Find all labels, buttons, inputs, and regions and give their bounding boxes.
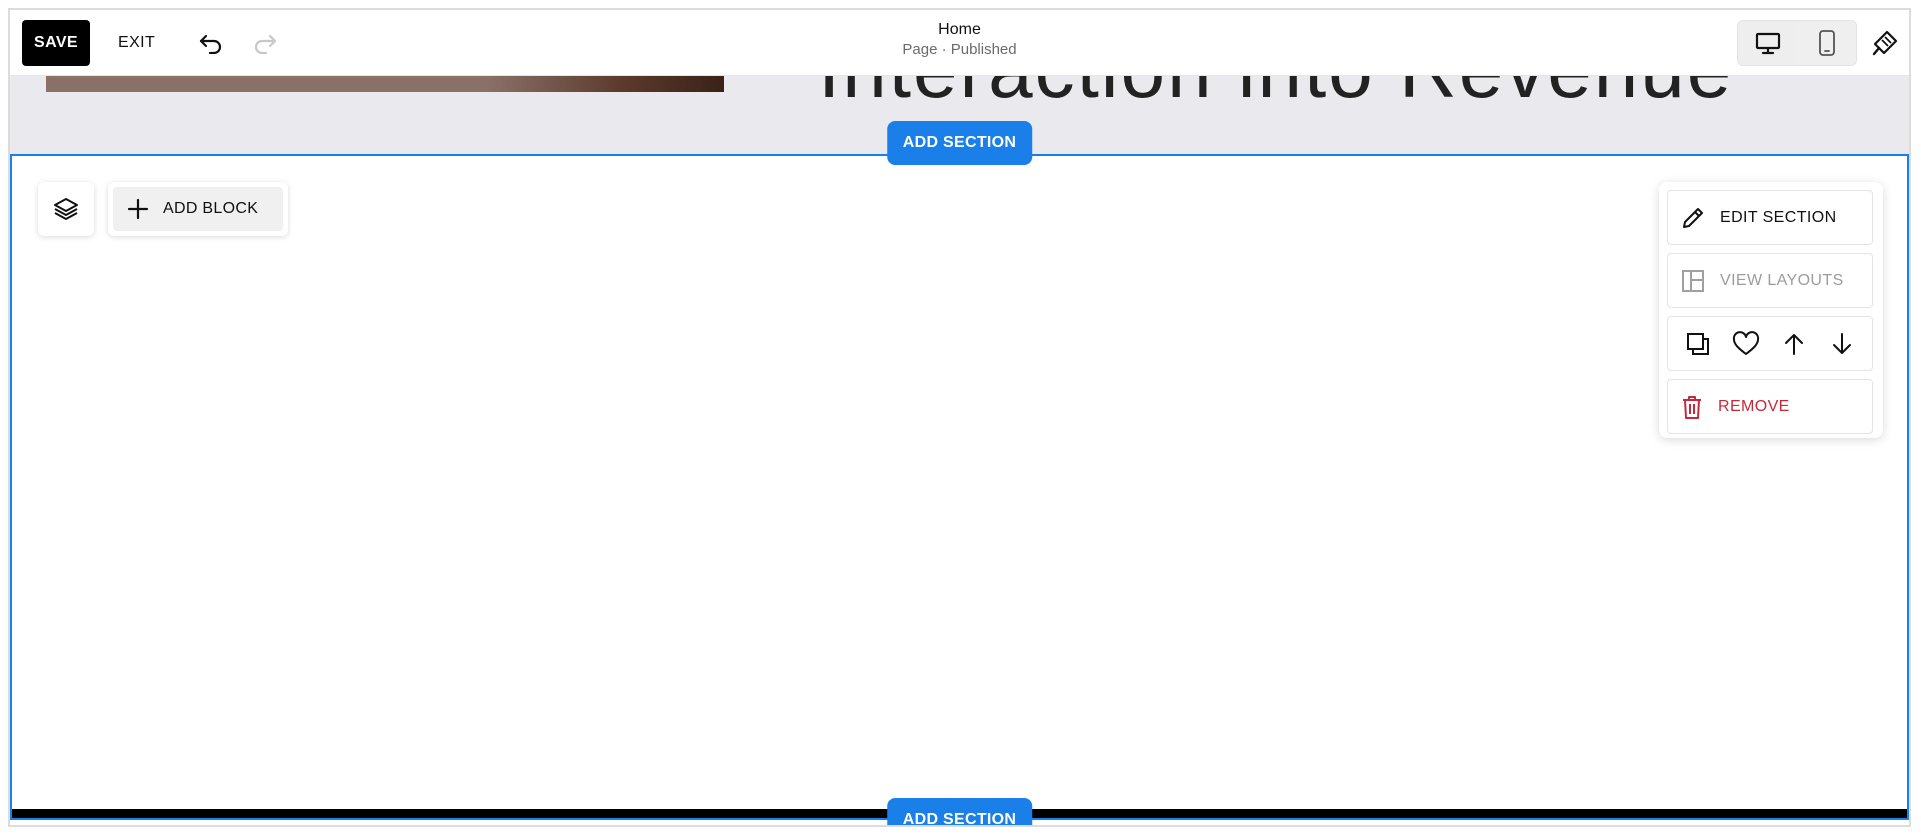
- layout-icon: [1680, 268, 1706, 294]
- add-section-button-top[interactable]: ADD SECTION: [886, 121, 1033, 165]
- mobile-icon: [1818, 29, 1836, 57]
- arrow-up-icon[interactable]: [1776, 326, 1812, 362]
- trash-icon: [1680, 394, 1704, 420]
- remove-section-button[interactable]: REMOVE: [1667, 379, 1873, 434]
- editor-toolbar: SAVE EXIT Home Page · Published: [10, 10, 1909, 76]
- selected-section[interactable]: ADD BLOCK EDIT SECTION VIEW LAYOUTS REMO…: [10, 154, 1909, 820]
- plus-icon: [127, 198, 149, 220]
- redo-icon: [252, 32, 278, 54]
- editor-frame: SAVE EXIT Home Page · Published ADD SECT…: [8, 8, 1911, 827]
- page-status: Page · Published: [902, 41, 1017, 58]
- device-view-toggle: [1737, 20, 1857, 66]
- section-image: [46, 76, 724, 92]
- heart-icon[interactable]: [1728, 326, 1764, 362]
- layers-button[interactable]: [38, 182, 94, 236]
- mobile-view-button[interactable]: [1797, 21, 1856, 65]
- add-block-label: ADD BLOCK: [163, 200, 259, 217]
- arrow-down-icon[interactable]: [1824, 326, 1860, 362]
- save-button[interactable]: SAVE: [22, 20, 90, 66]
- pencil-icon: [1680, 205, 1706, 231]
- desktop-view-button[interactable]: [1738, 21, 1797, 65]
- layers-icon: [53, 196, 79, 222]
- duplicate-icon[interactable]: [1680, 326, 1716, 362]
- add-block-button[interactable]: ADD BLOCK: [108, 182, 288, 236]
- undo-icon: [198, 32, 224, 54]
- page-title: Home: [938, 21, 981, 38]
- section-actions-row: [1667, 316, 1873, 371]
- paintbrush-icon: [1871, 29, 1899, 57]
- exit-button[interactable]: EXIT: [106, 20, 167, 66]
- view-layouts-label: VIEW LAYOUTS: [1720, 271, 1844, 289]
- redo-button[interactable]: [246, 24, 284, 62]
- add-section-button-bottom[interactable]: ADD SECTION: [886, 798, 1033, 825]
- remove-label: REMOVE: [1718, 397, 1790, 415]
- section-heading: Interaction into Revenue: [818, 76, 1733, 116]
- site-styles-button[interactable]: [1865, 24, 1905, 62]
- add-block-inner: ADD BLOCK: [113, 187, 283, 231]
- section-edit-panel: EDIT SECTION VIEW LAYOUTS REMOVE: [1659, 182, 1883, 438]
- page-title-block: Home Page · Published: [902, 20, 1016, 60]
- edit-section-button[interactable]: EDIT SECTION: [1667, 190, 1873, 245]
- edit-section-label: EDIT SECTION: [1720, 208, 1837, 226]
- view-layouts-button[interactable]: VIEW LAYOUTS: [1667, 253, 1873, 308]
- desktop-icon: [1755, 31, 1781, 55]
- undo-button[interactable]: [192, 24, 230, 62]
